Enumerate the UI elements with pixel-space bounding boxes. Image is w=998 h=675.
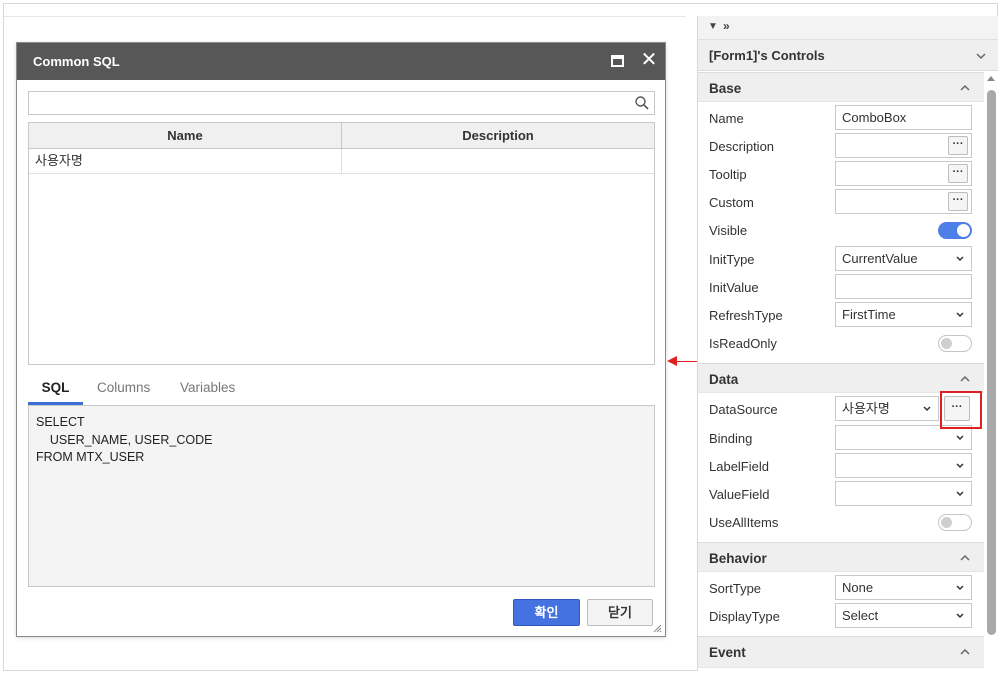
isreadonly-toggle[interactable] <box>938 335 972 352</box>
column-header-description[interactable]: Description <box>342 123 654 149</box>
prop-label-initvalue: InitValue <box>709 280 759 295</box>
toggle-knob <box>941 517 952 528</box>
prop-label-displaytype: DisplayType <box>709 609 780 624</box>
section-title: Event <box>709 645 746 660</box>
section-title: Base <box>709 81 742 96</box>
refreshtype-value: FirstTime <box>842 307 896 322</box>
sql-line: USER_NAME, USER_CODE <box>36 432 213 447</box>
initvalue-field[interactable] <box>835 274 972 299</box>
section-data[interactable]: Data <box>698 363 984 393</box>
chevron-down-icon <box>956 256 964 262</box>
visible-toggle[interactable] <box>938 222 972 239</box>
prop-label-inittype: InitType <box>709 252 755 267</box>
refreshtype-select[interactable]: FirstTime <box>835 302 972 327</box>
datasource-select[interactable]: 사용자명 <box>835 396 939 421</box>
datasource-value: 사용자명 <box>842 401 890 416</box>
cell-description <box>342 149 654 174</box>
prop-label-refreshtype: RefreshType <box>709 308 783 323</box>
valuefield-select[interactable] <box>835 481 972 506</box>
prop-label-sorttype: SortType <box>709 581 762 596</box>
editor-tabs: SQL Columns Variables <box>28 377 655 405</box>
chevron-up-icon[interactable] <box>960 374 970 384</box>
controls-selector[interactable]: [Form1]'s Controls <box>698 40 998 71</box>
labelfield-select[interactable] <box>835 453 972 478</box>
column-header-name[interactable]: Name <box>29 123 342 149</box>
useallitems-toggle[interactable] <box>938 514 972 531</box>
grid-header: Name Description <box>29 123 654 149</box>
controls-title: [Form1]'s Controls <box>709 48 825 63</box>
chevron-down-icon <box>956 435 964 441</box>
chevron-down-icon <box>956 613 964 619</box>
prop-label-binding: Binding <box>709 431 753 446</box>
prop-label-labelfield: LabelField <box>709 459 769 474</box>
annotation-highlight-box <box>940 391 982 429</box>
prop-label-custom: Custom <box>709 195 754 210</box>
pin-icon[interactable]: ▼ <box>708 21 718 32</box>
toggle-knob <box>957 224 970 237</box>
displaytype-select[interactable]: Select <box>835 603 972 628</box>
chevron-up-icon[interactable] <box>960 553 970 563</box>
dialog-title: Common SQL <box>33 54 120 69</box>
dialog-titlebar[interactable]: Common SQL ✕ <box>17 43 665 80</box>
displaytype-value: Select <box>842 608 879 623</box>
tooltip-more-button[interactable]: ··· <box>948 164 968 183</box>
close-icon[interactable]: ✕ <box>639 49 659 71</box>
resize-grip-icon[interactable] <box>652 623 662 633</box>
chevron-up-icon[interactable] <box>960 83 970 93</box>
scroll-up-icon[interactable] <box>987 76 995 81</box>
section-base[interactable]: Base <box>698 72 984 102</box>
chevron-down-icon <box>923 406 931 412</box>
maximize-icon[interactable] <box>611 55 624 67</box>
double-chevron-right-icon[interactable]: » <box>723 19 730 33</box>
description-more-button[interactable]: ··· <box>948 136 968 155</box>
section-title: Data <box>709 372 739 387</box>
description-field[interactable]: ··· <box>835 133 972 158</box>
sorttype-value: None <box>842 580 874 595</box>
common-sql-dialog: Common SQL ✕ Name Description 사용자명 SQL C… <box>16 42 666 637</box>
chevron-down-icon <box>956 491 964 497</box>
inittype-select[interactable]: CurrentValue <box>835 246 972 271</box>
section-event[interactable]: Event <box>698 636 984 668</box>
section-behavior[interactable]: Behavior <box>698 542 984 572</box>
name-field[interactable]: ComboBox <box>835 105 972 130</box>
ok-button[interactable]: 확인 <box>513 599 580 626</box>
panel-scrollbar[interactable] <box>985 72 997 671</box>
custom-more-button[interactable]: ··· <box>948 192 968 211</box>
prop-label-name: Name <box>709 111 744 126</box>
prop-label-datasource: DataSource <box>709 402 778 417</box>
prop-label-description: Description <box>709 139 775 154</box>
prop-label-useallitems: UseAllItems <box>709 515 779 530</box>
scroll-thumb[interactable] <box>987 90 996 635</box>
canvas-top-divider <box>4 16 686 17</box>
chevron-down-icon[interactable] <box>976 51 986 61</box>
prop-label-isreadonly: IsReadOnly <box>709 336 777 351</box>
chevron-down-icon <box>956 585 964 591</box>
chevron-down-icon <box>956 463 964 469</box>
prop-label-tooltip: Tooltip <box>709 167 747 182</box>
toggle-knob <box>941 338 952 349</box>
inittype-value: CurrentValue <box>842 251 918 266</box>
tab-sql[interactable]: SQL <box>28 377 83 405</box>
sql-line: FROM MTX_USER <box>36 450 145 464</box>
cell-name: 사용자명 <box>29 149 342 174</box>
tooltip-field[interactable]: ··· <box>835 161 972 186</box>
prop-label-valuefield: ValueField <box>709 487 770 502</box>
sql-list-grid: Name Description 사용자명 <box>28 122 655 365</box>
properties-panel: ▼ » [Form1]'s Controls Base Name ComboBo… <box>697 16 998 671</box>
sql-editor[interactable]: SELECT USER_NAME, USER_CODE FROM MTX_USE… <box>28 405 655 587</box>
chevron-up-icon[interactable] <box>960 647 970 657</box>
prop-label-visible: Visible <box>709 223 748 238</box>
sql-line: SELECT <box>36 415 85 429</box>
table-row[interactable]: 사용자명 <box>29 149 654 174</box>
search-icon[interactable] <box>634 95 650 111</box>
tab-variables[interactable]: Variables <box>180 377 235 405</box>
tab-columns[interactable]: Columns <box>97 377 150 405</box>
search-input[interactable] <box>28 91 655 115</box>
section-title: Behavior <box>709 551 767 566</box>
panel-toolbar: ▼ » <box>698 16 998 40</box>
chevron-down-icon <box>956 312 964 318</box>
close-button[interactable]: 닫기 <box>587 599 653 626</box>
custom-field[interactable]: ··· <box>835 189 972 214</box>
sorttype-select[interactable]: None <box>835 575 972 600</box>
